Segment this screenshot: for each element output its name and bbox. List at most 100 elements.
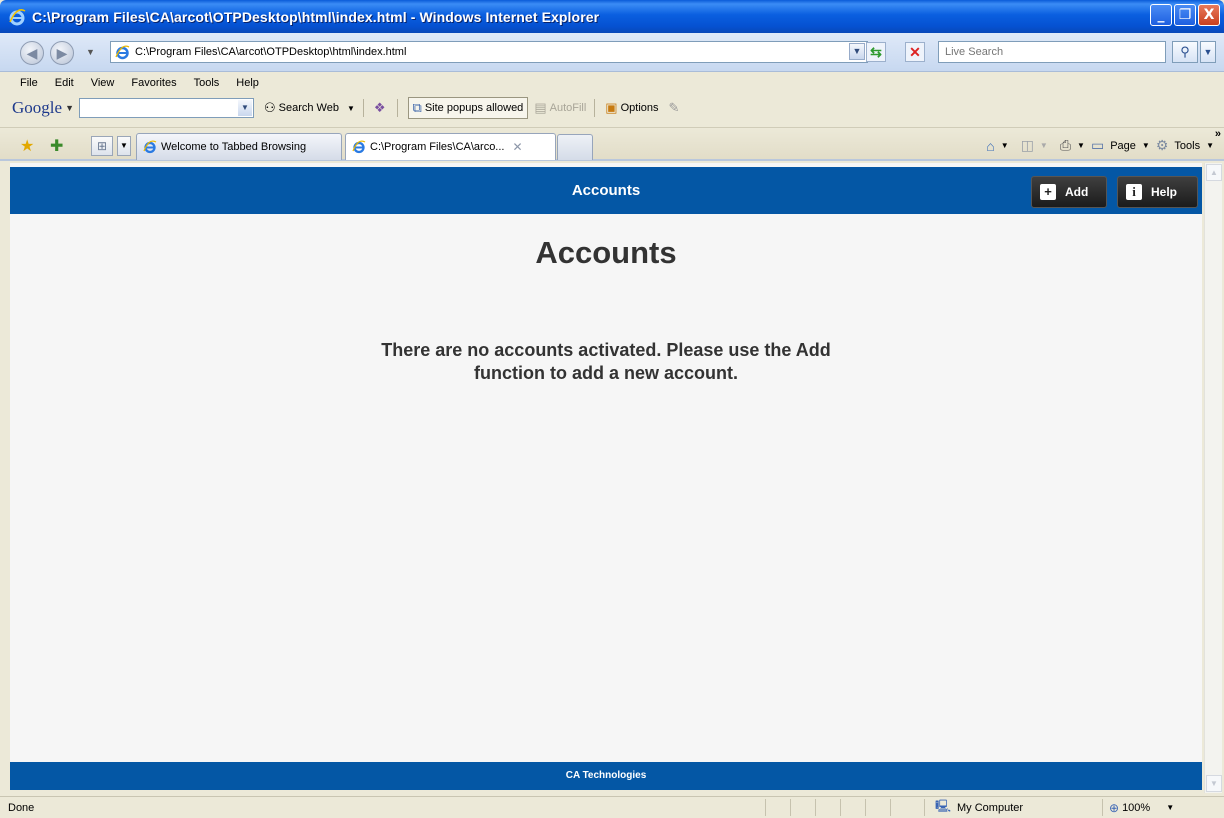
- address-field[interactable]: C:\Program Files\CA\arcot\OTPDesktop\htm…: [110, 41, 868, 63]
- options-button[interactable]: ▣ Options: [605, 100, 658, 116]
- chevron-more-icon[interactable]: »: [1215, 128, 1221, 140]
- address-url: C:\Program Files\CA\arcot\OTPDesktop\htm…: [135, 46, 407, 58]
- news-icon[interactable]: ❖: [374, 100, 386, 116]
- status-panes: [765, 799, 915, 816]
- google-search-input[interactable]: ▼: [78, 98, 254, 118]
- back-button[interactable]: ◀: [20, 41, 44, 65]
- google-search-dropdown[interactable]: ▼: [237, 100, 252, 116]
- autofill-label: AutoFill: [549, 102, 587, 114]
- options-icon: ▣: [605, 100, 618, 115]
- zoom-control[interactable]: ⊕ 100% ▼: [1102, 799, 1174, 816]
- search-button[interactable]: ⚲: [1172, 41, 1198, 63]
- google-logo[interactable]: Google: [12, 98, 62, 118]
- zoom-label: 100%: [1122, 801, 1151, 814]
- toolbar-divider: [362, 99, 364, 117]
- computer-icon: 🖳: [935, 799, 952, 813]
- menu-bar: File Edit View Favorites Tools Help: [18, 76, 261, 90]
- forward-icon: ▶: [56, 45, 68, 61]
- tab-current[interactable]: C:\Program Files\CA\arco... ✕: [345, 133, 556, 160]
- status-pane: [815, 799, 840, 816]
- google-menu-dropdown[interactable]: ▼: [65, 103, 74, 113]
- binoculars-icon: ⚇: [263, 100, 276, 115]
- scroll-up-button[interactable]: ▲: [1206, 164, 1222, 181]
- window-title: C:\Program Files\CA\arcot\OTPDesktop\htm…: [32, 8, 600, 25]
- home-icon[interactable]: ⌂: [986, 138, 994, 154]
- page-menu-label[interactable]: Page: [1110, 140, 1136, 152]
- toolbar-divider: [396, 99, 398, 117]
- search-options-dropdown[interactable]: ▼: [1200, 41, 1216, 63]
- history-dropdown[interactable]: ▼: [86, 47, 95, 57]
- feeds-icon[interactable]: ◫: [1021, 137, 1034, 154]
- status-bar: Done 🖳 My Computer ⊕ 100% ▼: [0, 796, 1224, 818]
- message-line-2: function to add a new account.: [473, 363, 738, 383]
- tab-welcome[interactable]: Welcome to Tabbed Browsing: [136, 133, 342, 160]
- tab-welcome-label: Welcome to Tabbed Browsing: [161, 141, 307, 153]
- page-dropdown[interactable]: ▼: [1142, 141, 1150, 150]
- google-logo-part2: gle: [41, 98, 63, 117]
- pencil-icon[interactable]: ✎: [669, 100, 680, 116]
- info-icon: i: [1126, 184, 1142, 200]
- autofill-button[interactable]: ▤ AutoFill: [534, 100, 586, 116]
- security-zone[interactable]: 🖳 My Computer: [924, 799, 1100, 816]
- search-icon: ⚲: [1180, 44, 1190, 59]
- add-favorites-icon[interactable]: ✚: [50, 136, 63, 156]
- feeds-dropdown[interactable]: ▼: [1040, 141, 1048, 150]
- vertical-scrollbar[interactable]: ▲ ▼: [1204, 163, 1222, 793]
- menu-help[interactable]: Help: [234, 76, 261, 90]
- google-toolbar: Google ▼ ▼ ⚇ Search Web ▼ ❖ ⧉ Site popup…: [0, 94, 1224, 122]
- address-dropdown[interactable]: ▼: [849, 43, 865, 60]
- live-search-input[interactable]: [939, 42, 1165, 62]
- stop-button[interactable]: ✕: [905, 42, 925, 62]
- minimize-button[interactable]: _: [1150, 4, 1172, 26]
- print-icon[interactable]: ⎙: [1060, 137, 1071, 154]
- menu-file[interactable]: File: [18, 76, 40, 90]
- live-search-box[interactable]: [938, 41, 1166, 63]
- tools-gear-icon: ⚙: [1155, 137, 1169, 153]
- tools-dropdown[interactable]: ▼: [1206, 141, 1214, 150]
- zoom-icon: ⊕: [1109, 800, 1120, 815]
- header-title: Accounts: [571, 182, 641, 199]
- quick-tabs-icon: ⊞: [96, 139, 108, 153]
- refresh-icon: ⇆: [870, 44, 882, 60]
- home-dropdown[interactable]: ▼: [1001, 141, 1009, 150]
- search-web-button[interactable]: ⚇ Search Web ▼: [264, 100, 355, 116]
- page-content: Accounts + Add i Help Accounts There are…: [10, 163, 1202, 790]
- refresh-button[interactable]: ⇆: [866, 42, 886, 62]
- search-web-label: Search Web: [278, 102, 339, 114]
- help-button-label: Help: [1151, 185, 1178, 199]
- status-pane: [765, 799, 790, 816]
- status-pane: [865, 799, 890, 816]
- forward-button[interactable]: ▶: [50, 41, 74, 65]
- status-pane: [840, 799, 865, 816]
- add-button-label: Add: [1065, 185, 1089, 199]
- tab-bar: ★ ✚ ⊞ ▼ Welcome to Tabbed Browsing C:\Pr…: [0, 128, 1224, 161]
- menu-favorites[interactable]: Favorites: [129, 76, 178, 90]
- empty-state-message: There are no accounts activated. Please …: [10, 339, 1202, 385]
- google-logo-part1: Goo: [12, 98, 42, 117]
- plus-icon: +: [1040, 184, 1056, 200]
- add-account-button[interactable]: + Add: [1031, 176, 1107, 208]
- print-dropdown[interactable]: ▼: [1077, 141, 1085, 150]
- status-pane: [790, 799, 815, 816]
- help-button[interactable]: i Help: [1117, 176, 1198, 208]
- menu-tools[interactable]: Tools: [192, 76, 222, 90]
- tab-current-label: C:\Program Files\CA\arco...: [370, 141, 505, 153]
- popup-blocker-button[interactable]: ⧉ Site popups allowed: [407, 97, 529, 119]
- tools-menu-label[interactable]: Tools: [1174, 140, 1200, 152]
- favorites-star-icon[interactable]: ★: [20, 136, 34, 156]
- quick-tabs-button[interactable]: ⊞: [91, 136, 113, 156]
- scroll-down-button[interactable]: ▼: [1206, 775, 1222, 792]
- restore-button[interactable]: ❐: [1174, 4, 1196, 26]
- menu-edit[interactable]: Edit: [53, 76, 76, 90]
- close-window-button[interactable]: X: [1198, 4, 1220, 26]
- new-tab-button[interactable]: [557, 134, 593, 160]
- zoom-dropdown[interactable]: ▼: [1166, 803, 1174, 812]
- zone-label: My Computer: [957, 801, 1024, 814]
- menu-view[interactable]: View: [89, 76, 117, 90]
- page-title: Accounts: [535, 235, 677, 270]
- search-web-dropdown[interactable]: ▼: [347, 104, 355, 113]
- tab-list-dropdown[interactable]: ▼: [117, 136, 131, 156]
- close-tab-icon[interactable]: ✕: [512, 140, 522, 154]
- message-line-1: There are no accounts activated. Please …: [381, 340, 831, 360]
- popup-window-icon: ⧉: [412, 100, 422, 115]
